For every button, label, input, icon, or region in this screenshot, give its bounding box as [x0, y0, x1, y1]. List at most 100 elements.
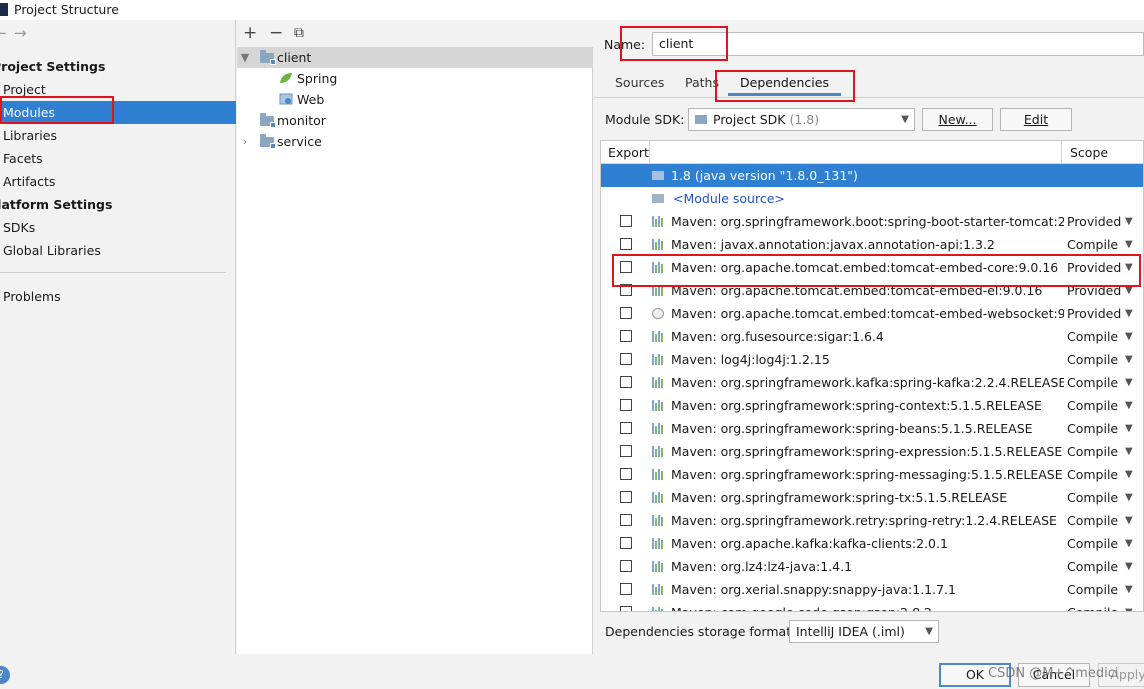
forward-arrow-icon[interactable]: →: [14, 24, 27, 42]
chevron-down-icon[interactable]: ▼: [1125, 601, 1133, 611]
dependency-row[interactable]: Maven: com.google.code.gson:gson:2.8.2Co…: [601, 601, 1143, 611]
sidebar-item-global-libraries[interactable]: Global Libraries: [0, 239, 236, 262]
dependency-scope[interactable]: Provided: [1067, 256, 1121, 279]
dependency-row[interactable]: Maven: log4j:log4j:1.2.15 Compile ▼: [601, 348, 1143, 371]
export-checkbox[interactable]: [620, 560, 632, 572]
dependency-scope[interactable]: Compile: [1067, 578, 1118, 601]
dependency-scope[interactable]: Compile: [1067, 233, 1118, 256]
chevron-down-icon[interactable]: ▼: [1125, 210, 1133, 233]
dependency-row[interactable]: Maven: org.springframework:spring-beans:…: [601, 417, 1143, 440]
edit-sdk-button[interactable]: Edit: [1000, 108, 1072, 131]
dependency-row[interactable]: Maven: org.xerial.snappy:snappy-java:1.1…: [601, 578, 1143, 601]
chevron-down-icon[interactable]: ▼: [1125, 256, 1133, 279]
tree-item-client[interactable]: ▼ client: [237, 47, 593, 68]
dependency-row[interactable]: Maven: org.springframework.boot:spring-b…: [601, 210, 1143, 233]
column-export[interactable]: Export: [608, 145, 649, 160]
dependency-row[interactable]: Maven: org.apache.kafka:kafka-clients:2.…: [601, 532, 1143, 555]
new-sdk-button[interactable]: New...: [922, 108, 993, 131]
tab-dependencies[interactable]: Dependencies: [728, 74, 841, 96]
dependency-row[interactable]: Maven: org.springframework.kafka:spring-…: [601, 371, 1143, 394]
tree-item-service[interactable]: › service: [237, 131, 593, 152]
export-checkbox[interactable]: [620, 537, 632, 549]
export-checkbox[interactable]: [620, 422, 632, 434]
tree-item-web[interactable]: Web: [237, 89, 593, 110]
module-name-input[interactable]: client: [652, 32, 1144, 56]
dependency-scope[interactable]: Compile: [1067, 417, 1118, 440]
chevron-down-icon[interactable]: ▼: [1125, 279, 1133, 302]
export-checkbox[interactable]: [620, 261, 632, 273]
dependency-scope[interactable]: Compile: [1067, 486, 1118, 509]
sidebar-item-project[interactable]: Project: [0, 78, 236, 101]
chevron-down-icon[interactable]: ▼: [1125, 302, 1133, 325]
dependency-scope[interactable]: Compile: [1067, 440, 1118, 463]
export-checkbox[interactable]: [620, 284, 632, 296]
dependency-row[interactable]: Maven: javax.annotation:javax.annotation…: [601, 233, 1143, 256]
dependency-scope[interactable]: Provided: [1067, 302, 1121, 325]
export-checkbox[interactable]: [620, 376, 632, 388]
storage-format-select[interactable]: IntelliJ IDEA (.iml) ▼: [789, 620, 939, 643]
export-checkbox[interactable]: [620, 215, 632, 227]
chevron-down-icon[interactable]: ▼: [1125, 371, 1133, 394]
chevron-down-icon[interactable]: ▼: [1125, 509, 1133, 532]
chevron-down-icon[interactable]: ▼: [1125, 394, 1133, 417]
export-checkbox[interactable]: [620, 606, 632, 611]
sidebar-item-facets[interactable]: Facets: [0, 147, 236, 170]
sidebar-item-libraries[interactable]: Libraries: [0, 124, 236, 147]
dependency-row[interactable]: Maven: org.apache.tomcat.embed:tomcat-em…: [601, 279, 1143, 302]
dependency-scope[interactable]: Compile: [1067, 325, 1118, 348]
dependency-scope[interactable]: Compile: [1067, 394, 1118, 417]
dependency-scope[interactable]: Compile: [1067, 555, 1118, 578]
dependency-row[interactable]: Maven: org.springframework:spring-contex…: [601, 394, 1143, 417]
module-sdk-select[interactable]: Project SDK (1.8) ▼: [688, 108, 915, 131]
chevron-down-icon[interactable]: ▼: [1125, 325, 1133, 348]
back-arrow-icon[interactable]: ←: [0, 24, 7, 42]
dependency-scope[interactable]: Provided: [1067, 210, 1121, 233]
export-checkbox[interactable]: [620, 238, 632, 250]
export-checkbox[interactable]: [620, 445, 632, 457]
dependency-row[interactable]: Maven: org.springframework:spring-messag…: [601, 463, 1143, 486]
export-checkbox[interactable]: [620, 399, 632, 411]
tab-sources[interactable]: Sources: [615, 74, 664, 96]
dependency-scope[interactable]: Compile: [1067, 532, 1118, 555]
export-checkbox[interactable]: [620, 307, 632, 319]
chevron-down-icon[interactable]: ▼: [1125, 440, 1133, 463]
dependency-row[interactable]: Maven: org.apache.tomcat.embed:tomcat-em…: [601, 256, 1143, 279]
dependency-scope[interactable]: Compile: [1067, 371, 1118, 394]
dependency-row[interactable]: Maven: org.lz4:lz4-java:1.4.1 Compile ▼: [601, 555, 1143, 578]
column-scope[interactable]: Scope: [1070, 145, 1108, 160]
dependency-row[interactable]: Maven: org.springframework.retry:spring-…: [601, 509, 1143, 532]
chevron-down-icon[interactable]: ▼: [1125, 532, 1133, 555]
dependency-scope[interactable]: Compile: [1067, 348, 1118, 371]
add-icon[interactable]: +: [243, 23, 257, 43]
dependency-scope[interactable]: Provided: [1067, 279, 1121, 302]
chevron-down-icon[interactable]: ▼: [1125, 348, 1133, 371]
module-source-row[interactable]: <Module source>: [601, 187, 1143, 210]
tab-paths[interactable]: Paths: [685, 74, 719, 96]
tree-item-spring[interactable]: Spring: [237, 68, 593, 89]
export-checkbox[interactable]: [620, 468, 632, 480]
remove-icon[interactable]: −: [269, 23, 283, 43]
dependency-scope[interactable]: Compile: [1067, 509, 1118, 532]
chevron-down-icon[interactable]: ▼: [1125, 555, 1133, 578]
sidebar-item-artifacts[interactable]: Artifacts: [0, 170, 236, 193]
help-icon[interactable]: ?: [0, 666, 10, 684]
chevron-down-icon[interactable]: ▼: [1125, 463, 1133, 486]
sidebar-item-problems[interactable]: Problems: [0, 285, 236, 308]
chevron-down-icon[interactable]: ▼: [1125, 578, 1133, 601]
sidebar-item-sdks[interactable]: SDKs: [0, 216, 236, 239]
export-checkbox[interactable]: [620, 514, 632, 526]
dependency-row[interactable]: Maven: org.fusesource:sigar:1.6.4 Compile…: [601, 325, 1143, 348]
dependency-scope[interactable]: Compile: [1067, 601, 1118, 611]
chevron-down-icon[interactable]: ▼: [239, 47, 251, 68]
sdk-dependency-row[interactable]: 1.8 (java version "1.8.0_131"): [601, 164, 1143, 187]
export-checkbox[interactable]: [620, 491, 632, 503]
sidebar-item-modules[interactable]: Modules: [0, 101, 236, 124]
dependency-scope[interactable]: Compile: [1067, 463, 1118, 486]
dependency-row[interactable]: Maven: org.springframework:spring-tx:5.1…: [601, 486, 1143, 509]
dependency-row[interactable]: Maven: org.apache.tomcat.embed:tomcat-em…: [601, 302, 1143, 325]
chevron-down-icon[interactable]: ▼: [1125, 486, 1133, 509]
export-checkbox[interactable]: [620, 353, 632, 365]
export-checkbox[interactable]: [620, 330, 632, 342]
chevron-right-icon[interactable]: ›: [239, 131, 251, 152]
copy-icon[interactable]: ⧉: [294, 23, 304, 43]
